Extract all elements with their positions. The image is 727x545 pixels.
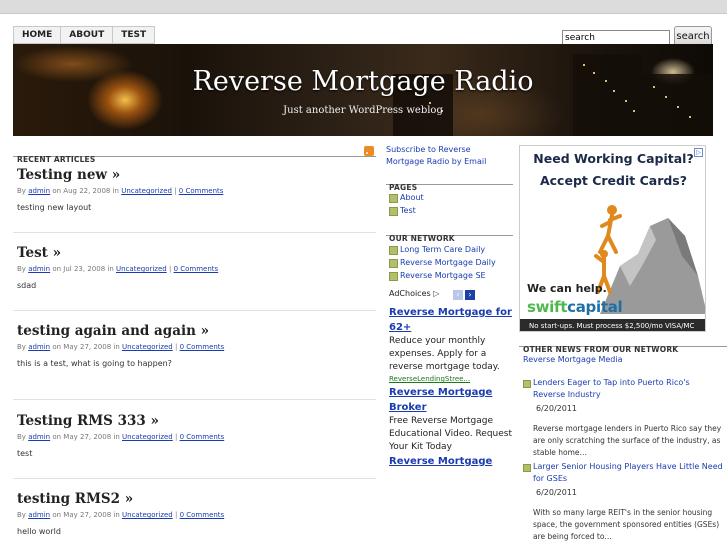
post-title[interactable]: Testing new » <box>17 167 372 183</box>
page-link-about[interactable]: About <box>389 192 513 205</box>
news-summary: With so many large REIT's in the senior … <box>533 508 720 541</box>
ad-info-icon[interactable]: ▷ <box>694 148 703 157</box>
network-link[interactable]: Reverse Mortgage Daily <box>389 257 513 270</box>
post-meta: By admin on May 27, 2008 in Uncategorize… <box>17 343 225 351</box>
adchoices[interactable]: AdChoices ▷ ‹ › <box>389 289 513 301</box>
site-tagline: Just another WordPress weblog <box>283 105 443 116</box>
recent-articles-heading: RECENT ARTICLES <box>17 155 96 164</box>
post-excerpt: sdad <box>17 281 37 290</box>
banner-ad-cta: We can help. <box>527 282 607 295</box>
ad-prev-icon[interactable]: ‹ <box>453 290 463 300</box>
banner-ad-footer: No start-ups. Must process $2,500/mo VIS… <box>520 319 705 331</box>
post-category-link[interactable]: Uncategorized <box>122 433 173 441</box>
news-date: 6/20/2011 <box>536 488 578 497</box>
post-title[interactable]: Test » <box>17 245 372 261</box>
right-column: Need Working Capital? Accept Credit Card… <box>519 142 727 545</box>
post-comments-link[interactable]: 0 Comments <box>180 433 225 441</box>
network-list: Long Term Care Daily Reverse Mortgage Da… <box>389 244 513 283</box>
post-title[interactable]: testing RMS2 » <box>17 491 372 507</box>
banner-ad-headline: Need Working Capital? <box>533 151 694 166</box>
post-excerpt: testing new layout <box>17 203 92 212</box>
nav-about[interactable]: ABOUT <box>61 27 114 43</box>
news-item: Lenders Eager to Tap into Puerto Rico's … <box>523 377 723 459</box>
header-banner: Reverse Mortgage Radio Just another Word… <box>13 44 713 136</box>
post-author-link[interactable]: admin <box>28 433 50 441</box>
climber-illustration <box>594 205 705 314</box>
post-comments-link[interactable]: 0 Comments <box>174 265 219 273</box>
news-source-link[interactable]: Reverse Mortgage Media <box>523 355 622 364</box>
recent-articles-header: RECENT ARTICLES <box>13 142 376 164</box>
ad-title[interactable]: Reverse Mortgage for 62+ <box>389 305 513 335</box>
post-author-link[interactable]: admin <box>28 187 50 195</box>
network-link[interactable]: Reverse Mortgage SE <box>389 270 513 283</box>
post: testing RMS2 » By admin on May 27, 2008 … <box>17 491 372 536</box>
post-divider <box>13 399 376 400</box>
post-author-link[interactable]: admin <box>28 343 50 351</box>
pages-heading: PAGES <box>389 183 418 192</box>
post-meta: By admin on May 27, 2008 in Uncategorize… <box>17 433 225 441</box>
network-link[interactable]: Long Term Care Daily <box>389 244 513 257</box>
post: testing again and again » By admin on Ma… <box>17 323 372 368</box>
post-comments-link[interactable]: 0 Comments <box>180 511 225 519</box>
post: Test » By admin on Jul 23, 2008 in Uncat… <box>17 245 372 290</box>
post-meta: By admin on Aug 22, 2008 in Uncategorize… <box>17 187 224 195</box>
post-excerpt: this is a test, what is going to happen? <box>17 359 172 368</box>
post-meta: By admin on May 27, 2008 in Uncategorize… <box>17 511 225 519</box>
ad-title[interactable]: Reverse Mortgage <box>389 454 513 469</box>
post-divider <box>13 310 376 311</box>
main-nav: HOME ABOUT TEST <box>13 26 156 44</box>
ad-text: Free Reverse Mortgage Educational Video.… <box>389 416 513 452</box>
post-author-link[interactable]: admin <box>28 511 50 519</box>
post-category-link[interactable]: Uncategorized <box>116 265 167 273</box>
post-category-link[interactable]: Uncategorized <box>121 187 172 195</box>
post-excerpt: hello world <box>17 527 61 536</box>
top-strip <box>0 0 727 14</box>
post-divider <box>13 478 376 479</box>
post-title[interactable]: Testing RMS 333 » <box>17 413 372 429</box>
banner-ad[interactable]: Need Working Capital? Accept Credit Card… <box>519 145 706 332</box>
nav-test[interactable]: TEST <box>113 27 154 43</box>
other-news-header: OTHER NEWS FROM OUR NETWORK <box>519 335 727 354</box>
recent-articles: RECENT ARTICLES Testing new » By admin o… <box>13 142 376 545</box>
swiftcapital-logo: swiftcapital <box>527 298 623 316</box>
sidebar: Subscribe to Reverse Mortgage Radio by E… <box>386 142 513 545</box>
nav-home[interactable]: HOME <box>14 27 62 43</box>
ad-title[interactable]: Reverse Mortgage Broker <box>389 385 513 415</box>
post-author-link[interactable]: admin <box>28 265 50 273</box>
ad-url[interactable]: ReverseLendingStree... <box>389 374 513 385</box>
text-ads: AdChoices ▷ ‹ › Reverse Mortgage for 62+… <box>389 289 513 469</box>
ad-text: Reduce your monthly expenses. Apply for … <box>389 336 500 372</box>
news-summary: Reverse mortgage lenders in Puerto Rico … <box>533 424 722 457</box>
rss-icon[interactable] <box>364 146 374 156</box>
post-meta: By admin on Jul 23, 2008 in Uncategorize… <box>17 265 219 273</box>
network-heading: OUR NETWORK <box>389 234 455 243</box>
post-comments-link[interactable]: 0 Comments <box>179 187 224 195</box>
page: HOME ABOUT TEST search Reverse Mortgage … <box>0 0 727 545</box>
adchoices-icon: ▷ <box>433 289 440 298</box>
post-comments-link[interactable]: 0 Comments <box>180 343 225 351</box>
post-category-link[interactable]: Uncategorized <box>122 511 173 519</box>
pages-list: About Test <box>389 192 513 218</box>
post-title[interactable]: testing again and again » <box>17 323 372 339</box>
site-title[interactable]: Reverse Mortgage Radio <box>13 66 713 97</box>
post: Testing new » By admin on Aug 22, 2008 i… <box>17 167 372 212</box>
page-link-test[interactable]: Test <box>389 205 513 218</box>
news-date: 6/20/2011 <box>536 404 578 413</box>
post-excerpt: test <box>17 449 33 458</box>
news-title-link[interactable]: Lenders Eager to Tap into Puerto Rico's … <box>523 377 723 401</box>
network-header: OUR NETWORK <box>386 224 513 243</box>
pages-header: PAGES <box>386 173 513 192</box>
news-item: Larger Senior Housing Players Have Littl… <box>523 461 723 543</box>
post-divider <box>13 232 376 233</box>
banner-ad-subheadline: Accept Credit Cards? <box>539 173 688 188</box>
ad-next-icon[interactable]: › <box>465 290 475 300</box>
subscribe-email-link[interactable]: Subscribe to Reverse Mortgage Radio by E… <box>386 144 511 168</box>
post-category-link[interactable]: Uncategorized <box>122 343 173 351</box>
news-title-link[interactable]: Larger Senior Housing Players Have Littl… <box>523 461 723 485</box>
post: Testing RMS 333 » By admin on May 27, 20… <box>17 413 372 458</box>
other-news-heading: OTHER NEWS FROM OUR NETWORK <box>523 345 679 354</box>
